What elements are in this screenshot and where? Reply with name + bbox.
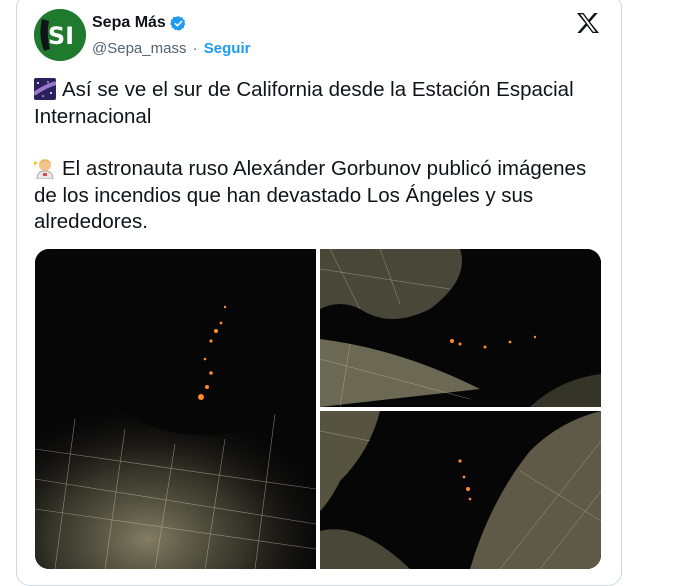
- photo-2-image: [320, 249, 601, 407]
- x-logo-icon[interactable]: [576, 12, 600, 34]
- verified-badge-icon: [170, 15, 186, 31]
- photo-3[interactable]: [320, 411, 601, 569]
- author-handle[interactable]: @Sepa_mass: [92, 40, 186, 57]
- tweet-paragraph-2: El astronauta ruso Alexánder Gorbunov pu…: [34, 156, 604, 236]
- paragraph-2-text: El astronauta ruso Alexánder Gorbunov pu…: [34, 157, 587, 233]
- tweet-paragraph-1: Así se ve el sur de California desde la …: [34, 77, 604, 130]
- follow-button[interactable]: Seguir: [204, 40, 251, 57]
- milky-way-icon: [34, 78, 56, 100]
- paragraph-1-text: Así se ve el sur de California desde la …: [34, 78, 574, 128]
- avatar-logo-icon: SI: [34, 9, 86, 61]
- author-row: Sepa Más: [92, 14, 187, 32]
- photo-1[interactable]: [35, 249, 316, 569]
- avatar-text: SI: [48, 22, 74, 50]
- photo-3-image: [320, 411, 601, 569]
- astronaut-icon: [34, 159, 54, 179]
- author-name[interactable]: Sepa Más: [92, 14, 166, 32]
- avatar[interactable]: SI: [34, 9, 86, 61]
- separator-dot: ·: [192, 40, 198, 57]
- photo-1-image: [35, 249, 316, 569]
- handle-row: @Sepa_mass · Seguir: [92, 40, 250, 57]
- tweet-text: Así se ve el sur de California desde la …: [34, 77, 604, 236]
- photo-2[interactable]: [320, 249, 601, 407]
- media-grid: [35, 249, 601, 569]
